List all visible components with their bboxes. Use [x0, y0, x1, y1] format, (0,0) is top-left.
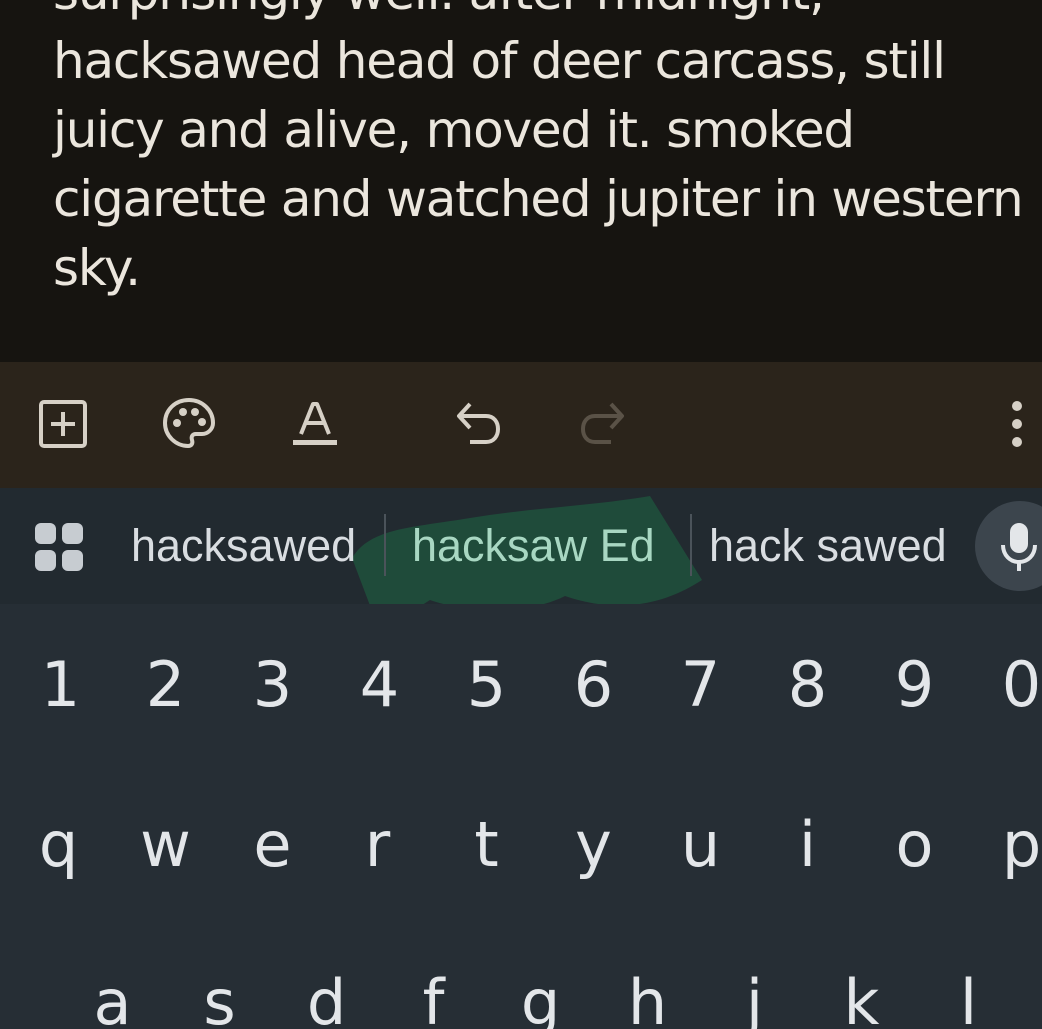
- key-j[interactable]: j: [701, 966, 808, 1029]
- apps-grid-icon[interactable]: [33, 521, 85, 573]
- key-i[interactable]: i: [754, 808, 861, 881]
- key-r[interactable]: r: [324, 808, 431, 881]
- text-format-button[interactable]: [277, 386, 353, 462]
- suggestion-3[interactable]: hack sawed: [709, 516, 947, 576]
- redo-icon: [580, 402, 624, 444]
- note-line: surprisingly well. after midnight,: [53, 0, 825, 21]
- key-l[interactable]: l: [915, 966, 1022, 1029]
- undo-icon: [457, 402, 501, 444]
- key-f[interactable]: f: [380, 966, 487, 1029]
- microphone-icon: [1001, 523, 1037, 571]
- key-e[interactable]: e: [219, 808, 326, 881]
- note-body[interactable]: surprisingly well. after midnight, hacks…: [0, 0, 1042, 362]
- key-s[interactable]: s: [166, 966, 273, 1029]
- key-t[interactable]: t: [433, 808, 540, 881]
- key-h[interactable]: h: [594, 966, 701, 1029]
- key-y[interactable]: y: [540, 808, 647, 881]
- palette-icon: [163, 398, 215, 448]
- redo-button[interactable]: [565, 386, 641, 462]
- text-format-icon: [293, 402, 337, 445]
- suggestion-strip: hacksawed hacksaw Ed hack sawed: [0, 488, 1042, 604]
- key-1[interactable]: 1: [7, 648, 114, 721]
- key-8[interactable]: 8: [754, 648, 861, 721]
- key-p[interactable]: p: [968, 808, 1042, 881]
- key-6[interactable]: 6: [540, 648, 647, 721]
- suggestion-2[interactable]: hacksaw Ed: [412, 516, 655, 576]
- undo-button[interactable]: [440, 386, 516, 462]
- more-vert-icon: [1012, 401, 1022, 447]
- add-box-icon: [39, 400, 87, 448]
- note-line: sky.: [53, 239, 141, 297]
- key-7[interactable]: 7: [647, 648, 754, 721]
- suggestion-1[interactable]: hacksawed: [131, 516, 356, 576]
- key-3[interactable]: 3: [219, 648, 326, 721]
- note-text[interactable]: surprisingly well. after midnight, hacks…: [53, 0, 1042, 303]
- soft-keyboard: hacksawed hacksaw Ed hack sawed 1 2 3 4 …: [0, 488, 1042, 1029]
- key-d[interactable]: d: [273, 966, 380, 1029]
- key-0[interactable]: 0: [968, 648, 1042, 721]
- key-g[interactable]: g: [487, 966, 594, 1029]
- key-5[interactable]: 5: [433, 648, 540, 721]
- more-options-button[interactable]: [979, 386, 1042, 462]
- screen: surprisingly well. after midnight, hacks…: [0, 0, 1042, 1029]
- key-w[interactable]: w: [112, 808, 219, 881]
- key-u[interactable]: u: [647, 808, 754, 881]
- editor-toolbar: [0, 362, 1042, 488]
- key-9[interactable]: 9: [861, 648, 968, 721]
- suggestion-divider: [690, 514, 692, 576]
- note-line: cigarette and watched jupiter in western: [53, 170, 1024, 228]
- key-o[interactable]: o: [861, 808, 968, 881]
- voice-input-button[interactable]: [975, 501, 1042, 591]
- key-2[interactable]: 2: [112, 648, 219, 721]
- key-a[interactable]: a: [59, 966, 166, 1029]
- note-line: hacksawed head of deer carcass, still: [53, 32, 946, 90]
- key-q[interactable]: q: [5, 808, 112, 881]
- note-line: juicy and alive, moved it. smoked: [53, 101, 855, 159]
- add-box-button[interactable]: [25, 386, 101, 462]
- suggestion-divider: [384, 514, 386, 576]
- key-k[interactable]: k: [808, 966, 915, 1029]
- key-4[interactable]: 4: [326, 648, 433, 721]
- palette-button[interactable]: [151, 386, 227, 462]
